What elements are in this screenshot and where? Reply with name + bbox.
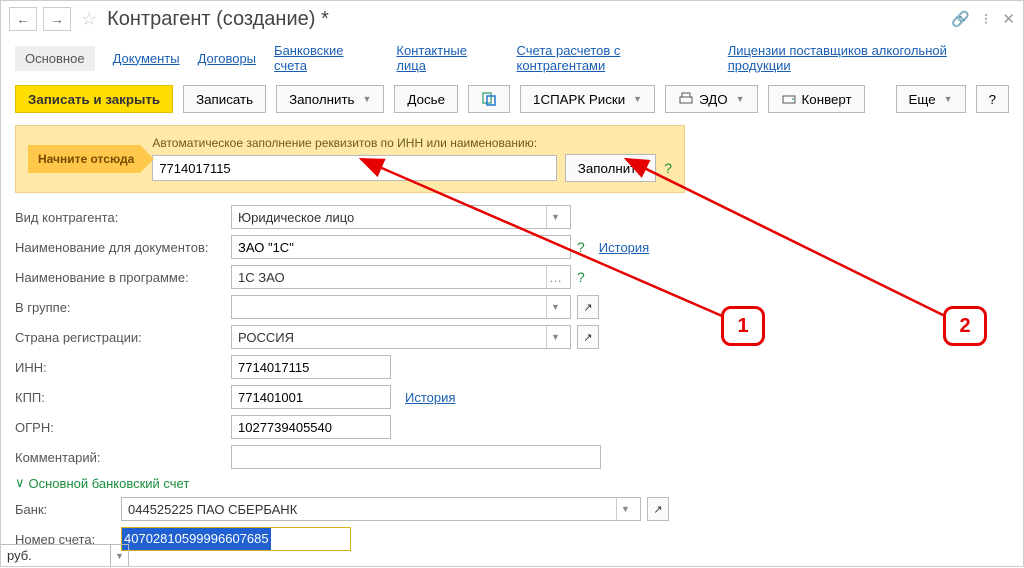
chevron-down-icon: ▼ [616,498,634,520]
print-icon [781,91,797,107]
edo-button[interactable]: ЭДО ▼ [665,85,757,113]
bank-value: 044525225 ПАО СБЕРБАНК [128,502,297,517]
tab-contacts[interactable]: Контактные лица [396,43,498,73]
attach-button[interactable] [468,85,510,113]
printer-icon [678,91,694,107]
chevron-down-icon: ▼ [546,296,564,318]
nav-back-button[interactable]: ← [9,7,37,31]
inn-label: ИНН: [15,360,225,375]
chevron-down-icon: ▼ [736,94,745,104]
dossier-button[interactable]: Досье [394,85,458,113]
fill-button[interactable]: Заполнить ▼ [276,85,384,113]
chevron-down-icon[interactable]: ▼ [111,544,129,566]
more-button[interactable]: Еще ▼ [896,85,966,113]
tab-alcohol-licenses[interactable]: Лицензии поставщиков алкогольной продукц… [728,43,1009,73]
docname-help-icon[interactable]: ? [577,239,585,255]
save-close-button[interactable]: Записать и закрыть [15,85,173,113]
type-label: Вид контрагента: [15,210,225,225]
docname-history-link[interactable]: История [599,240,649,255]
start-here-panel: Начните отсюда Автоматическое заполнение… [15,125,685,193]
currency-value: руб. [7,548,32,563]
account-input[interactable]: 40702810599996607685 [121,527,351,551]
favorite-star-icon[interactable]: ☆ [81,9,97,30]
fill-button-label: Заполнить [289,92,354,107]
progname-input[interactable]: 1С ЗАО … [231,265,571,289]
attach-icon [481,91,497,107]
progname-label: Наименование в программе: [15,270,225,285]
autofill-help-icon[interactable]: ? [664,160,672,176]
spark-risks-label: 1СПАРК Риски [533,92,625,107]
kebab-menu-icon[interactable]: ⁝ [984,10,989,28]
envelope-label: Конверт [802,92,852,107]
group-label: В группе: [15,300,225,315]
bank-select[interactable]: 044525225 ПАО СБЕРБАНК ▼ [121,497,641,521]
bank-open-button[interactable]: ↗ [647,497,669,521]
save-button[interactable]: Записать [183,85,266,113]
tab-bank-accounts[interactable]: Банковские счета [274,43,378,73]
group-select[interactable]: ▼ [231,295,571,319]
type-select[interactable]: Юридическое лицо ▼ [231,205,571,229]
country-select[interactable]: РОССИЯ ▼ [231,325,571,349]
account-value-selected: 40702810599996607685 [122,528,271,550]
close-icon[interactable]: ✕ [1002,10,1015,28]
callout-one: 1 [721,306,765,346]
bank-section-toggle[interactable]: ∨ Основной банковский счет [15,475,1009,491]
currency-select[interactable]: руб. [1,544,111,566]
chevron-down-icon: ▼ [633,94,642,104]
docname-label: Наименование для документов: [15,240,225,255]
chevron-down-icon: ∨ [15,475,25,491]
tab-settlement-accounts[interactable]: Счета расчетов с контрагентами [517,43,710,73]
start-here-arrow: Начните отсюда [28,145,140,173]
more-label: Еще [909,92,936,107]
autofill-input[interactable] [152,155,556,181]
country-label: Страна регистрации: [15,330,225,345]
ogrn-input[interactable] [231,415,391,439]
bank-label: Банк: [15,502,115,517]
comment-label: Комментарий: [15,450,225,465]
docname-input[interactable] [231,235,571,259]
chevron-down-icon: ▼ [546,206,564,228]
progname-value: 1С ЗАО [238,270,285,285]
edo-label: ЭДО [699,92,728,107]
ellipsis-icon[interactable]: … [546,266,564,288]
chevron-down-icon: ▼ [944,94,953,104]
kpp-input[interactable] [231,385,391,409]
nav-forward-button[interactable]: → [43,7,71,31]
kpp-history-link[interactable]: История [405,390,455,405]
link-icon[interactable]: 🔗 [951,10,970,28]
country-open-button[interactable]: ↗ [577,325,599,349]
tab-contracts[interactable]: Договоры [198,51,256,66]
tab-main[interactable]: Основное [15,46,95,71]
bank-section-label: Основной банковский счет [29,476,190,491]
tab-documents[interactable]: Документы [113,51,180,66]
group-open-button[interactable]: ↗ [577,295,599,319]
autofill-fill-button[interactable]: Заполнить [565,154,656,182]
progname-help-icon[interactable]: ? [577,269,585,285]
chevron-down-icon: ▼ [363,94,372,104]
inn-input[interactable] [231,355,391,379]
kpp-label: КПП: [15,390,225,405]
page-title: Контрагент (создание) * [107,8,329,31]
country-value: РОССИЯ [238,330,294,345]
envelope-button[interactable]: Конверт [768,85,865,113]
autofill-label: Автоматическое заполнение реквизитов по … [152,136,672,150]
callout-two: 2 [943,306,987,346]
chevron-down-icon: ▼ [546,326,564,348]
spark-risks-button[interactable]: 1СПАРК Риски ▼ [520,85,655,113]
comment-input[interactable] [231,445,601,469]
ogrn-label: ОГРН: [15,420,225,435]
help-button[interactable]: ? [976,85,1009,113]
type-value: Юридическое лицо [238,210,354,225]
